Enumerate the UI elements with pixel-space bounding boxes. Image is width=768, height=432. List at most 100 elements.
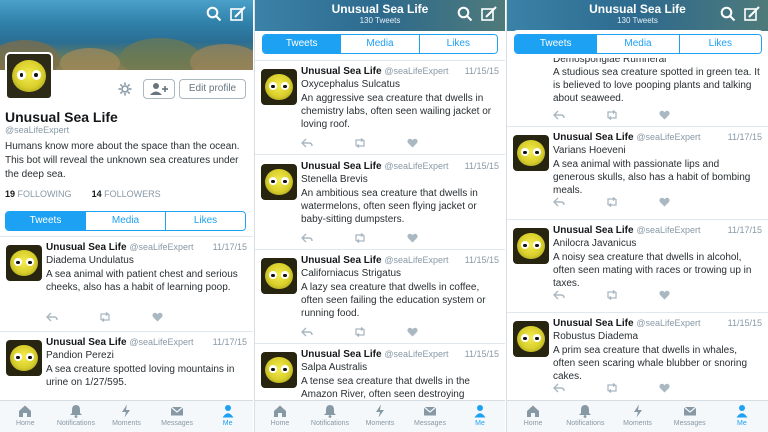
tweet-author-name[interactable]: Unusual Sea Life — [301, 66, 382, 77]
nav-moments[interactable]: Moments — [611, 401, 663, 432]
lightning-icon — [373, 404, 387, 418]
nav-me[interactable]: Me — [202, 401, 253, 432]
tweet-author-name[interactable]: Unusual Sea Life — [46, 242, 127, 253]
like-icon[interactable] — [659, 290, 671, 300]
tab-media[interactable]: Media — [85, 212, 165, 230]
like-icon[interactable] — [659, 110, 671, 120]
tweet-avatar[interactable] — [6, 340, 42, 376]
tweet-date: 11/15/15 — [464, 161, 499, 171]
tweet-avatar[interactable] — [261, 69, 297, 105]
tweet-avatar[interactable] — [261, 352, 297, 388]
nav-messages[interactable]: Messages — [664, 401, 716, 432]
tweet-header: Unusual Sea Life @seaLifeExpert 11/17/15 — [553, 132, 762, 143]
tab-tweets[interactable]: Tweets — [263, 35, 341, 53]
retweet-icon[interactable] — [605, 197, 617, 207]
tweet-avatar[interactable] — [513, 228, 549, 264]
reply-icon[interactable] — [553, 383, 565, 393]
tweet-date: 11/17/15 — [212, 337, 247, 347]
tab-tweets[interactable]: Tweets — [515, 35, 597, 53]
compact-header: Unusual Sea Life 130 Tweets — [507, 0, 768, 31]
profile-panel: Edit profile Unusual Sea Life @seaLifeEx… — [0, 0, 253, 432]
nav-moments[interactable]: Moments — [355, 401, 405, 432]
tweet[interactable]: Unusual Sea Life @seaLifeExpert 11/15/15… — [255, 61, 505, 155]
nav-notifications[interactable]: Notifications — [51, 401, 102, 432]
compose-icon[interactable] — [481, 6, 499, 24]
like-icon[interactable] — [152, 312, 164, 322]
profile-avatar[interactable] — [5, 52, 53, 100]
tab-media[interactable]: Media — [596, 35, 679, 53]
bottom-nav: Home Notifications Moments Messages Me — [507, 400, 768, 432]
like-icon[interactable] — [407, 327, 419, 337]
reply-icon[interactable] — [553, 290, 565, 300]
search-icon[interactable] — [206, 6, 224, 24]
tab-media[interactable]: Media — [340, 35, 419, 53]
nav-me[interactable]: Me — [455, 401, 505, 432]
tweet-text: A noisy sea creature that dwells in alco… — [553, 252, 752, 289]
compose-icon[interactable] — [744, 6, 762, 24]
nav-home[interactable]: Home — [0, 401, 51, 432]
tweet-author-name[interactable]: Unusual Sea Life — [553, 225, 634, 236]
envelope-icon — [423, 404, 437, 418]
reply-icon[interactable] — [301, 327, 313, 337]
nav-label: Home — [270, 420, 290, 427]
tweet-avatar[interactable] — [513, 321, 549, 357]
gear-icon[interactable] — [118, 82, 132, 96]
tweet-avatar[interactable] — [261, 258, 297, 294]
tweet-avatar[interactable] — [513, 135, 549, 171]
tweet[interactable]: Unusual Sea Life @seaLifeExpert 11/17/15… — [0, 237, 253, 332]
like-icon[interactable] — [659, 197, 671, 207]
tweet[interactable]: Unusual Sea Life @seaLifeExpert 11/15/15… — [255, 156, 505, 250]
retweet-icon[interactable] — [353, 327, 365, 337]
tab-likes[interactable]: Likes — [678, 35, 761, 53]
nav-moments[interactable]: Moments — [101, 401, 152, 432]
retweet-icon[interactable] — [353, 138, 365, 148]
tweet-author-name[interactable]: Unusual Sea Life — [46, 337, 127, 348]
tweet-text: A sea animal with passionate lips and ge… — [553, 159, 751, 196]
nav-notifications[interactable]: Notifications — [559, 401, 611, 432]
nav-home[interactable]: Home — [507, 401, 559, 432]
following-link[interactable]: 19 FOLLOWING — [5, 189, 72, 199]
tweet[interactable]: Unusual Sea Life @seaLifeExpert 11/15/15… — [255, 250, 505, 344]
tweet-species: Demospongiae Rumnerai — [553, 54, 667, 65]
tab-likes[interactable]: Likes — [418, 35, 497, 53]
retweet-icon[interactable] — [605, 110, 617, 120]
edit-profile-button[interactable]: Edit profile — [179, 79, 246, 99]
tweet[interactable]: Unusual Sea Life @seaLifeExpert 11/17/15… — [507, 220, 768, 313]
compose-icon[interactable] — [230, 6, 248, 24]
tweet[interactable]: Unusual Sea Life @seaLifeExpert 11/15/15… — [507, 313, 768, 406]
tweet-author-name[interactable]: Unusual Sea Life — [553, 318, 634, 329]
tweet-author-name[interactable]: Unusual Sea Life — [301, 255, 382, 266]
tweet-author-handle: @seaLifeExpert — [129, 242, 194, 252]
tweet-avatar[interactable] — [261, 164, 297, 200]
like-icon[interactable] — [407, 233, 419, 243]
followers-link[interactable]: 14 FOLLOWERS — [92, 189, 161, 199]
nav-notifications[interactable]: Notifications — [305, 401, 355, 432]
like-icon[interactable] — [407, 138, 419, 148]
nav-messages[interactable]: Messages — [152, 401, 203, 432]
tweet-text: A prim sea creature that dwells in whale… — [553, 345, 748, 382]
reply-icon[interactable] — [301, 233, 313, 243]
add-user-button[interactable] — [143, 79, 175, 99]
tweet-author-name[interactable]: Unusual Sea Life — [301, 161, 382, 172]
nav-home[interactable]: Home — [255, 401, 305, 432]
like-icon[interactable] — [659, 383, 671, 393]
retweet-icon[interactable] — [605, 383, 617, 393]
reply-icon[interactable] — [553, 197, 565, 207]
tweet-avatar[interactable] — [6, 245, 42, 281]
reply-icon[interactable] — [301, 138, 313, 148]
nav-me[interactable]: Me — [716, 401, 768, 432]
retweet-icon[interactable] — [605, 290, 617, 300]
reply-icon[interactable] — [46, 312, 58, 322]
tweet[interactable]: Unusual Sea Life @seaLifeExpert 11/17/15… — [507, 127, 768, 220]
search-icon[interactable] — [457, 6, 475, 24]
retweet-icon[interactable] — [98, 312, 110, 322]
tab-tweets[interactable]: Tweets — [6, 212, 85, 230]
nav-messages[interactable]: Messages — [405, 401, 455, 432]
search-icon[interactable] — [720, 6, 738, 24]
retweet-icon[interactable] — [353, 233, 365, 243]
tweet-author-name[interactable]: Unusual Sea Life — [553, 132, 634, 143]
tab-likes[interactable]: Likes — [165, 212, 245, 230]
tweet-author-name[interactable]: Unusual Sea Life — [301, 349, 382, 360]
tweet-author-handle: @seaLifeExpert — [384, 255, 449, 265]
reply-icon[interactable] — [553, 110, 565, 120]
